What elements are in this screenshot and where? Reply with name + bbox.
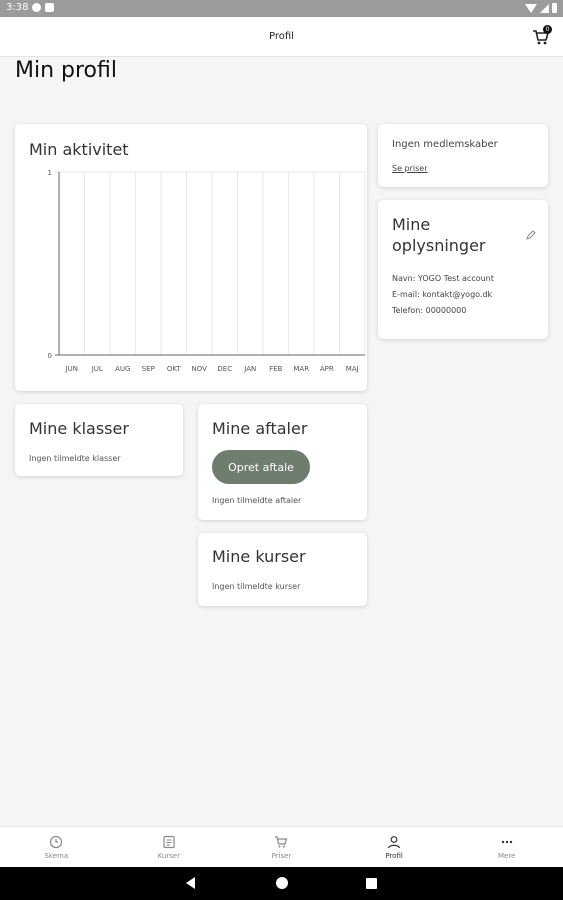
list-icon — [163, 835, 175, 848]
nav-item-skema[interactable]: Skema — [0, 827, 113, 867]
chart-x-tick-label: FEB — [269, 365, 282, 373]
my-classes-heading: Mine klasser — [29, 419, 129, 438]
chart-x-tick-label: JUN — [65, 365, 78, 373]
chart-x-tick-label: MAJ — [346, 365, 359, 373]
chart-y-tick-label: 1 — [48, 169, 52, 177]
nav-label: Priser — [271, 851, 292, 860]
my-classes-empty: Ingen tilmeldte klasser — [29, 454, 121, 463]
my-courses-card: Mine kurser Ingen tilmeldte kurser — [198, 533, 367, 606]
chart-x-tick-label: SEP — [142, 365, 155, 373]
wifi-icon — [525, 3, 537, 13]
more-icon — [501, 840, 512, 843]
signal-icon — [540, 3, 549, 13]
my-courses-empty: Ingen tilmeldte kurser — [212, 582, 301, 591]
nav-item-profil[interactable]: Profil — [338, 827, 451, 867]
info-phone: Telefon: 00000000 — [392, 306, 467, 315]
status-bar: 3:38 — [0, 0, 563, 17]
nav-item-kurser[interactable]: Kurser — [113, 827, 226, 867]
nav-item-priser[interactable]: Priser — [225, 827, 338, 867]
see-prices-link[interactable]: Se priser — [392, 164, 428, 173]
nav-label: Profil — [385, 851, 403, 860]
battery-icon — [552, 3, 557, 13]
chart-y-tick-label: 0 — [48, 352, 52, 360]
status-time: 3:38 — [6, 2, 29, 13]
chart-x-tick-label: APR — [320, 365, 334, 373]
my-classes-card: Mine klasser Ingen tilmeldte klasser — [15, 404, 183, 476]
chart-x-tick-label: DEC — [217, 365, 232, 373]
cart-badge: 0 — [543, 25, 552, 34]
clock-icon — [50, 835, 63, 848]
chart-x-tick-label: MAR — [293, 365, 309, 373]
my-info-heading: Mine oplysninger — [392, 215, 486, 255]
person-icon — [387, 835, 401, 848]
bottom-navigation: Skema Kurser Priser Profil Mere — [0, 826, 563, 867]
back-icon[interactable] — [186, 877, 195, 889]
sim-icon — [45, 3, 54, 12]
membership-status: Ingen medlemskaber — [392, 139, 498, 150]
activity-card: Min aktivitet 0 1 JUN JUL AUG SEP OKT NOV DEC JAN… — [15, 124, 367, 391]
page-title: Min profil — [15, 58, 117, 83]
my-appointments-card: Mine aftaler Opret aftale Ingen tilmeldt… — [198, 404, 367, 520]
nav-label: Mere — [497, 851, 516, 860]
top-app-bar: Profil 0 — [0, 17, 563, 57]
info-name: Navn: YOGO Test account — [392, 274, 494, 283]
pencil-icon[interactable] — [526, 230, 536, 240]
chart-x-tick-label: JUL — [91, 365, 103, 373]
nav-label: Skema — [44, 851, 69, 860]
chart-x-tick-label: JAN — [243, 365, 256, 373]
system-navigation-bar — [0, 867, 563, 900]
info-email: E-mail: kontakt@yogo.dk — [392, 290, 493, 299]
cart-icon — [275, 835, 288, 847]
cart-button[interactable]: 0 — [531, 25, 552, 47]
create-appointment-button[interactable]: Opret aftale — [212, 450, 310, 484]
chart-x-tick-label: NOV — [192, 365, 208, 373]
nav-label: Kurser — [157, 851, 181, 860]
home-icon[interactable] — [276, 877, 288, 889]
google-icon — [32, 3, 41, 12]
activity-chart: 0 1 JUN JUL AUG SEP OKT NOV DEC JAN FEB MAR APR MAJ — [48, 169, 366, 373]
nav-item-mere[interactable]: Mere — [450, 827, 563, 867]
chart-x-tick-label: OKT — [167, 365, 182, 373]
chart-x-tick-label: AUG — [115, 365, 130, 373]
my-appointments-heading: Mine aftaler — [212, 419, 308, 438]
membership-card: Ingen medlemskaber Se priser — [378, 124, 548, 187]
my-info-card: Mine oplysninger Navn: YOGO Test account… — [378, 200, 548, 339]
my-appointments-empty: Ingen tilmeldte aftaler — [212, 496, 302, 505]
app-bar-title: Profil — [269, 31, 294, 42]
recent-apps-icon[interactable] — [366, 878, 377, 889]
my-courses-heading: Mine kurser — [212, 547, 306, 566]
